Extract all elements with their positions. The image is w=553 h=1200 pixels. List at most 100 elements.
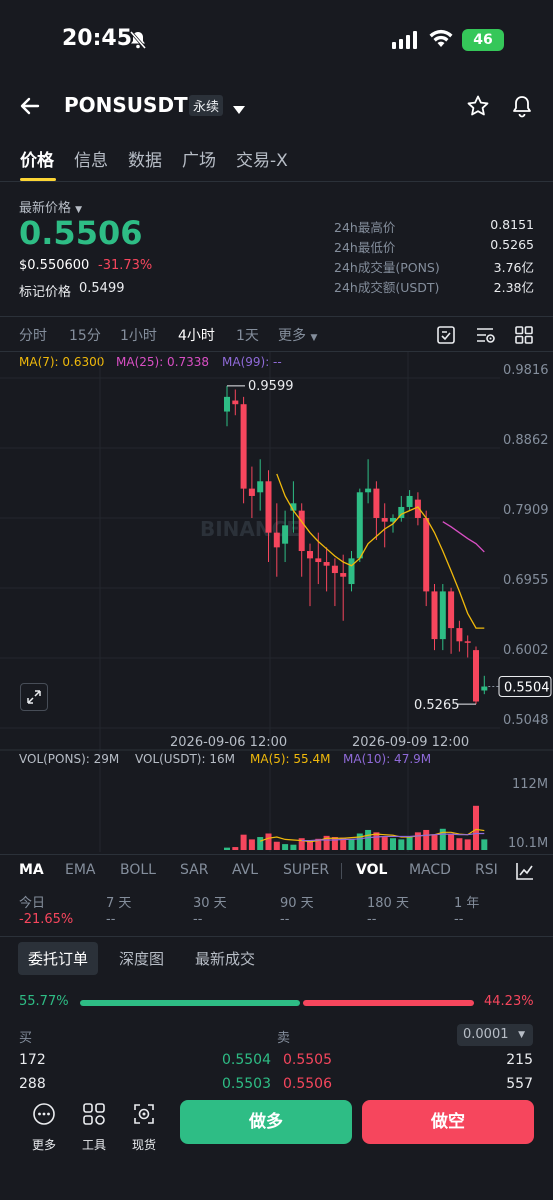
candle-body <box>307 551 313 559</box>
long-button[interactable]: 做多 <box>180 1100 352 1144</box>
candle-body <box>423 517 430 592</box>
tab-trade-x[interactable]: 交易-X <box>236 146 288 171</box>
volume-bar <box>224 847 230 850</box>
volume-bar <box>257 837 264 850</box>
bid-qty[interactable]: 288 <box>19 1076 46 1092</box>
volume-bar <box>248 839 255 850</box>
y-axis-tick: 0.9816 <box>503 363 549 378</box>
candle-body <box>232 400 239 405</box>
volume-bar <box>290 844 297 850</box>
stat-label: 24h成交量(PONS) <box>334 260 440 275</box>
interval-1h[interactable]: 1小时 <box>120 325 157 345</box>
candle-body <box>431 591 438 640</box>
chart-settings-icon[interactable] <box>437 326 455 348</box>
stat-label: 24h最低价 <box>334 240 396 255</box>
indicator-super[interactable]: SUPER <box>283 862 329 878</box>
symbol-title[interactable]: PONSUSDT <box>64 93 188 117</box>
candle-body <box>224 396 230 412</box>
favorite-star-icon[interactable] <box>466 94 490 122</box>
indicator-avl[interactable]: AVL <box>232 862 258 878</box>
perf-label: 90 天 <box>280 896 314 911</box>
candle-body <box>298 510 305 552</box>
interval-time[interactable]: 分时 <box>19 325 47 345</box>
bid-price[interactable]: 0.5503 <box>222 1076 271 1092</box>
stat-row: 24h最低价 0.5265 <box>334 237 534 255</box>
fullscreen-button[interactable] <box>20 683 48 711</box>
tab-info[interactable]: 信息 <box>74 146 108 171</box>
indicator-boll[interactable]: BOLL <box>120 862 156 878</box>
indicator-ma[interactable]: MA <box>19 862 44 878</box>
bid-price[interactable]: 0.5504 <box>222 1052 271 1068</box>
volume-bar <box>448 833 455 850</box>
precision-dropdown[interactable]: 0.0001 ▼ <box>457 1024 533 1046</box>
candle-body <box>356 492 363 559</box>
indicator-settings-icon[interactable] <box>476 326 496 348</box>
ask-price[interactable]: 0.5506 <box>283 1076 332 1092</box>
ask-qty[interactable]: 557 <box>506 1076 533 1092</box>
layout-grid-icon[interactable] <box>515 326 533 348</box>
battery-indicator: 46 <box>462 29 504 51</box>
page-tabs: 价格 信息 数据 广场 交易-X <box>0 140 553 182</box>
indicator-chart-icon[interactable] <box>515 861 535 885</box>
short-button[interactable]: 做空 <box>362 1100 534 1144</box>
tab-order-book[interactable]: 委托订单 <box>18 942 99 975</box>
tab-data[interactable]: 数据 <box>128 146 162 171</box>
tab-square[interactable]: 广场 <box>182 146 216 171</box>
price-change-percent: -31.73% <box>98 258 153 273</box>
symbol-dropdown-icon[interactable] <box>233 100 245 119</box>
perf-value: -- <box>193 912 203 927</box>
interval-more[interactable]: 更多 ▼ <box>278 325 317 345</box>
price-alert-bell-icon[interactable] <box>510 94 534 122</box>
tab-recent-trades[interactable]: 最新成交 <box>195 948 255 969</box>
stat-label: 24h最高价 <box>334 220 396 235</box>
indicator-ema[interactable]: EMA <box>65 862 96 878</box>
volume-bar <box>348 839 355 850</box>
candle-body <box>315 558 322 563</box>
spot-icon <box>134 1104 154 1124</box>
interval-4h[interactable]: 4小时 <box>178 325 215 345</box>
indicator-rsi[interactable]: RSI <box>475 862 498 878</box>
candle-body <box>464 641 471 643</box>
perf-label: 30 天 <box>193 896 227 911</box>
perf-value: -- <box>367 912 377 927</box>
perf-value: -21.65% <box>19 912 74 927</box>
ask-qty[interactable]: 215 <box>506 1052 533 1068</box>
buy-header: 买 <box>19 1031 33 1046</box>
volume-bar <box>265 833 272 850</box>
bid-qty[interactable]: 172 <box>19 1052 46 1068</box>
volume-bar <box>240 834 247 850</box>
stat-label: 24h成交额(USDT) <box>334 280 440 295</box>
buy-ratio-bar <box>80 1000 300 1006</box>
more-dots-icon <box>33 1103 55 1125</box>
candle-body <box>456 628 463 642</box>
chevron-down-icon: ▼ <box>518 1030 525 1040</box>
volume-bar <box>381 837 388 850</box>
price-chart[interactable]: BINANCE 0.95990.52650.5504 0.98160.88620… <box>0 352 553 852</box>
interval-1d[interactable]: 1天 <box>236 325 259 345</box>
spot-button[interactable]: 现货 <box>127 1102 161 1152</box>
interval-15m[interactable]: 15分 <box>69 325 101 345</box>
ask-price[interactable]: 0.5505 <box>283 1052 332 1068</box>
perf-value: -- <box>454 912 464 927</box>
perf-value: -- <box>280 912 290 927</box>
indicator-sar[interactable]: SAR <box>180 862 208 878</box>
candle-body <box>481 686 488 691</box>
candle-body <box>473 650 479 702</box>
perf-label: 今日 <box>19 896 46 911</box>
mark-price-value: 0.5499 <box>79 281 125 296</box>
tools-button[interactable]: 工具 <box>77 1102 111 1152</box>
perf-label: 180 天 <box>367 896 409 911</box>
tab-price[interactable]: 价格 <box>20 146 54 171</box>
volume-axis-tick: 10.1M <box>508 836 548 851</box>
wifi-icon <box>428 29 454 53</box>
indicator-vol[interactable]: VOL <box>356 862 387 878</box>
spot-label: 现货 <box>131 1138 156 1152</box>
back-arrow-icon[interactable] <box>18 94 42 122</box>
perf-value: -- <box>106 912 116 927</box>
volume-bar <box>431 834 438 850</box>
y-axis-tick: 0.8862 <box>503 433 549 448</box>
y-axis-tick: 0.5048 <box>503 713 549 728</box>
indicator-macd[interactable]: MACD <box>409 862 451 878</box>
tab-depth-chart[interactable]: 深度图 <box>119 948 164 969</box>
more-button[interactable]: 更多 <box>27 1102 61 1152</box>
